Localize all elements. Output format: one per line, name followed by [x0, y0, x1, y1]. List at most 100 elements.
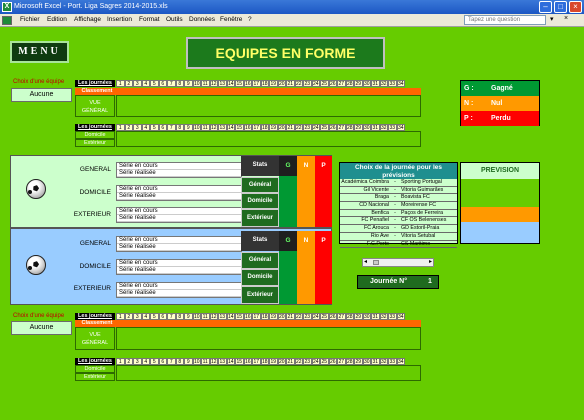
journee-number-cell: 34: [396, 313, 405, 320]
journee-number-cell: 26: [328, 80, 337, 87]
journee-number-cell: 3: [133, 80, 142, 87]
away-team: Moreirense FC: [401, 202, 437, 209]
scroll-left-icon[interactable]: ◂: [364, 259, 367, 266]
page-title: EQUIPES EN FORME: [186, 37, 385, 69]
journee-number-cell: 16: [243, 80, 252, 87]
serie-exterieur: Série en cours Série réalisée: [116, 282, 242, 298]
menu-outils[interactable]: Outils: [166, 16, 183, 23]
journee-number-cell: 29: [354, 313, 363, 320]
excel-icon: X: [2, 2, 12, 12]
journee-number-cell: 6: [158, 124, 167, 131]
away-team: Sporting Portugal: [401, 179, 442, 185]
journee-number-cell: 2: [124, 80, 133, 87]
workbook-icon[interactable]: [2, 16, 12, 25]
minimize-icon[interactable]: –: [539, 1, 552, 13]
journee-numbers-4: 1 2 3 4 5 6 7 8 9 10 11 12 13 14 15 16 17 18 19 20 21 22 23 24 2…: [116, 358, 405, 365]
journee-number-cell: 19: [269, 313, 278, 320]
serie-domicile: Série en cours Série réalisée: [116, 259, 242, 275]
window-title: Microsoft Excel - Port. Liga Sagres 2014…: [14, 3, 168, 10]
journee-number-cell: 7: [167, 358, 176, 365]
legend-perdu-key: P :: [464, 115, 473, 122]
stats-header: Stats: [241, 156, 279, 176]
journee-number-cell: 14: [226, 358, 235, 365]
menu-fenetre[interactable]: Fenêtre: [220, 16, 242, 23]
exterieur-label: Extérieur: [75, 139, 115, 147]
home-team: FC Penafiel: [361, 217, 389, 224]
match-separator: -: [394, 202, 396, 209]
prevision-nul-band: [461, 207, 539, 222]
journees-label: Les journées: [75, 80, 115, 87]
journee-number-cell: 14: [226, 80, 235, 87]
home-team: Rio Ave: [370, 232, 389, 239]
stat-exterieur: Extérieur: [241, 286, 279, 304]
journee-number-cell: 19: [269, 358, 278, 365]
journee-number-cell: 34: [396, 358, 405, 365]
scroll-thumb[interactable]: [373, 260, 379, 265]
journee-number-cell: 8: [175, 358, 184, 365]
menu-help[interactable]: ?: [248, 16, 252, 23]
match-separator: -: [394, 225, 396, 232]
journee-number-cell: 22: [294, 80, 303, 87]
journee-number-cell: 23: [303, 124, 312, 131]
menu-affichage[interactable]: Affichage: [74, 16, 101, 23]
journee-number-cell: 4: [141, 358, 150, 365]
home-team: FC Arouca: [363, 225, 389, 232]
journee-number-cell: 26: [328, 124, 337, 131]
close-icon[interactable]: ×: [569, 1, 582, 13]
journee-number-cell: 13: [218, 313, 227, 320]
journee-number-cell: 31: [371, 313, 380, 320]
journee-number-cell: 27: [337, 124, 346, 131]
menu-format[interactable]: Format: [139, 16, 160, 23]
journee-number-cell: 1: [116, 124, 125, 131]
journee-number-cell: 12: [209, 80, 218, 87]
journee-number-cell: 23: [303, 80, 312, 87]
n-header: N: [303, 162, 309, 169]
journees-label-2: Les journées: [75, 124, 115, 131]
journee-number-cell: 30: [362, 124, 371, 131]
p-header: P: [321, 162, 326, 169]
serie-realisee: Série réalisée: [117, 290, 241, 297]
match-row: Benfica - Paços de Ferreira: [340, 210, 457, 218]
journee-scrollbar[interactable]: ◂ ▸: [362, 258, 434, 267]
journee-number-cell: 24: [311, 358, 320, 365]
journee-number-cell: 15: [235, 80, 244, 87]
match-separator: -: [394, 217, 396, 224]
journee-number-cell: 20: [277, 313, 286, 320]
home-team: Académica Coimbra: [341, 179, 389, 185]
journee-number-cell: 25: [320, 124, 329, 131]
team-select[interactable]: Aucune: [11, 88, 72, 102]
journee-number-cell: 8: [175, 80, 184, 87]
journee-number-cell: 3: [133, 313, 142, 320]
help-search-input[interactable]: Tapez une question: [464, 15, 546, 25]
journee-number-cell: 13: [218, 80, 227, 87]
journee-number-cell: 21: [286, 313, 295, 320]
scroll-right-icon[interactable]: ▸: [429, 259, 432, 266]
team-select-2[interactable]: Aucune: [11, 321, 72, 335]
journee-number-cell: 7: [167, 313, 176, 320]
journee-number-cell: 31: [371, 124, 380, 131]
match-row: Gil Vicente - Vitoria Guimarães: [340, 187, 457, 195]
journee-number-cell: 28: [345, 313, 354, 320]
journee-number-cell: 16: [243, 358, 252, 365]
journee-number-cell: 9: [184, 80, 193, 87]
away-team: CS Maritimo: [401, 240, 431, 247]
journee-number-cell: 14: [226, 124, 235, 131]
maximize-icon[interactable]: □: [554, 1, 567, 13]
menu-fichier[interactable]: Fichier: [20, 16, 40, 23]
serie-general: Série en cours Série réalisée: [116, 162, 242, 178]
home-team: F.C.Porto: [366, 240, 389, 247]
menu-insertion[interactable]: Insertion: [107, 16, 132, 23]
close-workbook-icon[interactable]: ×: [564, 15, 568, 22]
menu-donnees[interactable]: Données: [189, 16, 215, 23]
journee-number-cell: 27: [337, 358, 346, 365]
domicile-exterieur-grid: [116, 131, 421, 147]
journee-number-cell: 22: [294, 358, 303, 365]
stat-exterieur: Extérieur: [241, 209, 279, 227]
chevron-down-icon[interactable]: ▾: [550, 15, 554, 23]
journee-number-cell: 17: [252, 80, 261, 87]
journee-number-cell: 8: [175, 124, 184, 131]
journee-number-cell: 9: [184, 124, 193, 131]
menu-edition[interactable]: Edition: [47, 16, 67, 23]
menu-button[interactable]: MENU: [10, 41, 69, 63]
journee-label: Journée N°: [370, 278, 408, 285]
